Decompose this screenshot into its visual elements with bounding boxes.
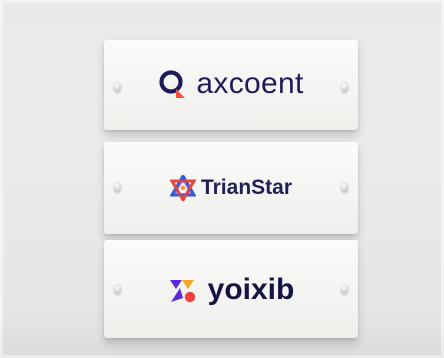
yoixib-logo-icon [168, 276, 198, 304]
logo-axcoent: axcoent [104, 64, 358, 104]
brand-name: TrianStar [200, 176, 293, 199]
sign-trianstar: TrianStar [104, 142, 358, 234]
trianstar-logo-icon [169, 173, 197, 203]
sign-yoixib: yoixib [104, 240, 358, 338]
brand-name: axcoent [196, 67, 304, 100]
logo-trianstar: TrianStar [104, 168, 358, 208]
brand-name: yoixib [207, 273, 295, 306]
logo-yoixib: yoixib [104, 270, 358, 310]
axcoent-logo-icon [158, 69, 188, 99]
sign-axcoent: axcoent [104, 40, 358, 130]
